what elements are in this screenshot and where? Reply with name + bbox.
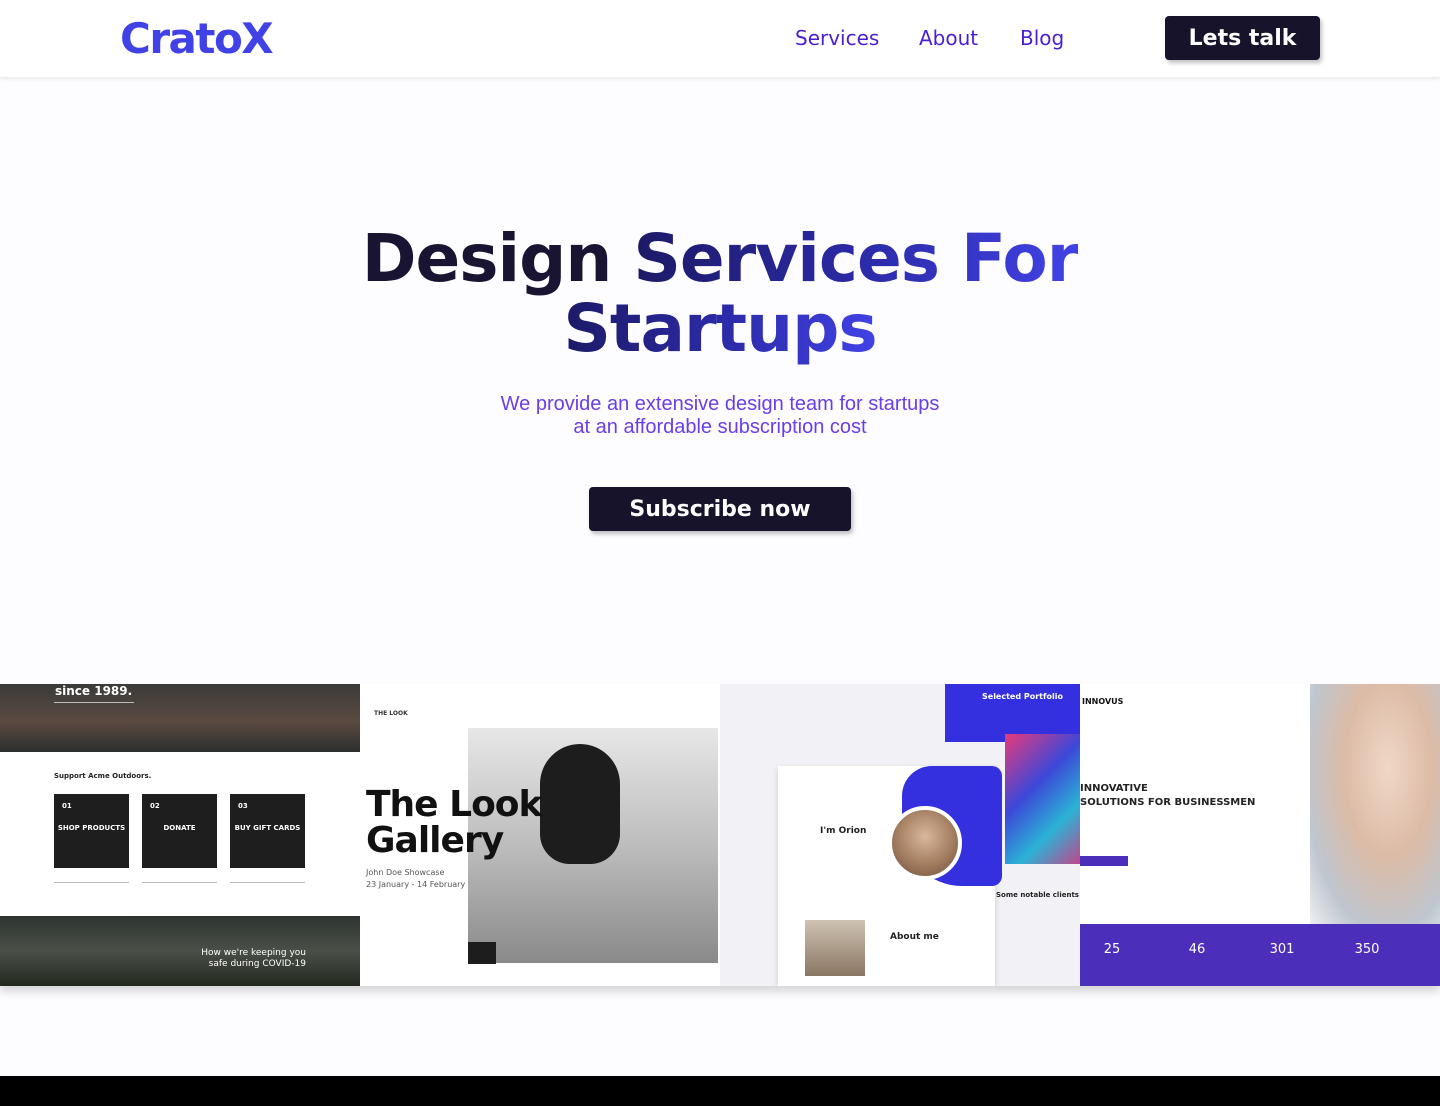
card2-sub-line1: John Doe Showcase <box>366 868 445 877</box>
box-number: 01 <box>62 802 72 810</box>
nav-services[interactable]: Services <box>795 26 879 50</box>
card2-sub-line2: 23 January - 14 February <box>366 880 466 889</box>
site-header: CratoX Services About Blog Lets talk <box>0 0 1440 77</box>
hero-title-part3: Startups <box>563 290 877 367</box>
hero-title: Design Services For Startups <box>0 224 1440 364</box>
box-number: 03 <box>238 802 248 810</box>
stat-value: 25 <box>1103 942 1121 957</box>
box-label: DONATE <box>163 824 196 832</box>
slider-arrow-button <box>468 942 496 964</box>
portfolio-gallery: since 1989. Support Acme Outdoors. 01 SH… <box>0 684 1440 986</box>
hero-title-part1: Design <box>361 220 613 297</box>
hero-subtitle-line1: We provide an extensive design team for … <box>500 393 940 415</box>
card3-about: About me <box>890 932 939 942</box>
box-number: 02 <box>150 802 160 810</box>
hero-subtitle: We provide an extensive design team for … <box>0 393 1440 439</box>
businesswoman-photo <box>1310 684 1440 924</box>
shop-products-box: 01 SHOP PRODUCTS <box>54 794 129 868</box>
portfolio-card-innovus[interactable]: INNOVUS INNOVATIVE SOLUTIONS FOR BUSINES… <box>1080 684 1440 986</box>
stat-value: 46 <box>1188 942 1206 957</box>
card4-headline-line2: SOLUTIONS FOR BUSINESSMEN <box>1080 797 1256 808</box>
hero-subtitle-line2: at an affordable subscription cost <box>573 416 867 438</box>
hero-title-part2: Services For <box>633 220 1079 297</box>
portfolio-card-outdoors[interactable]: since 1989. Support Acme Outdoors. 01 SH… <box>0 684 360 986</box>
card3-portfolio-title: Selected Portfolio <box>982 692 1063 701</box>
card1-support-text: Support Acme Outdoors. <box>54 772 152 780</box>
card3-greeting: I'm Orion <box>820 826 867 836</box>
abstract-artwork <box>1005 734 1080 864</box>
card4-headline-line1: INNOVATIVE <box>1080 783 1148 794</box>
card2-title-line2: Gallery <box>366 820 504 861</box>
card2-title-line1: The Look <box>366 784 542 825</box>
card4-brand: INNOVUS <box>1082 697 1124 706</box>
card1-top-text: since 1989. <box>55 684 133 698</box>
card2-brand: THE LOOK <box>374 710 408 717</box>
subscribe-button[interactable]: Subscribe now <box>589 487 851 531</box>
card2-title: The Look Gallery <box>366 784 542 861</box>
text-line <box>230 882 305 883</box>
text-line <box>54 882 129 883</box>
card4-button <box>1080 856 1128 866</box>
card1-bottom-text: How we're keeping you safe during COVID-… <box>201 948 306 969</box>
card4-headline: INNOVATIVE SOLUTIONS FOR BUSINESSMEN <box>1080 782 1255 810</box>
nav-about[interactable]: About <box>919 26 978 50</box>
box-label: SHOP PRODUCTS <box>57 824 126 832</box>
card3-clients: Some notable clients <box>996 891 1079 899</box>
stat-value: 350 <box>1354 942 1380 957</box>
portrait-head-shape <box>540 744 620 864</box>
footer-bar <box>0 1076 1440 1106</box>
avatar <box>888 806 962 880</box>
mountain-banner-image <box>0 684 360 752</box>
donate-box: 02 DONATE <box>142 794 217 868</box>
card2-subtitle: John Doe Showcase 23 January - 14 Februa… <box>366 867 465 891</box>
forest-banner-image <box>0 916 360 986</box>
gift-cards-box: 03 BUY GIFT CARDS <box>230 794 305 868</box>
office-photo <box>805 920 865 976</box>
lets-talk-button[interactable]: Lets talk <box>1165 16 1320 60</box>
logo[interactable]: CratoX <box>120 14 274 63</box>
portfolio-card-gallery[interactable]: THE LOOK The Look Gallery John Doe Showc… <box>360 684 720 986</box>
nav-blog[interactable]: Blog <box>1020 26 1064 50</box>
box-label: BUY GIFT CARDS <box>234 824 301 832</box>
divider <box>54 702 134 703</box>
portfolio-card-orion[interactable]: Selected Portfolio I'm Orion About me So… <box>720 684 1080 986</box>
stat-value: 301 <box>1269 942 1295 957</box>
text-line <box>142 882 217 883</box>
